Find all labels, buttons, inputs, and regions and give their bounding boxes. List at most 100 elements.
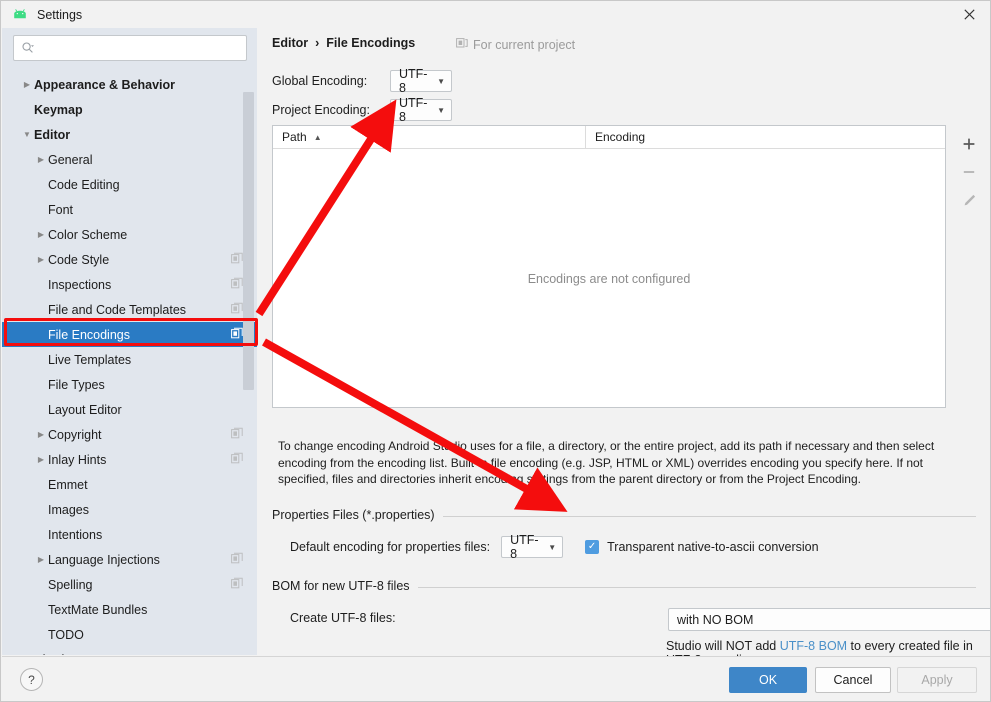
close-icon[interactable] (946, 1, 990, 28)
sidebar-item-language-injections[interactable]: ▶ Language Injections (2, 547, 257, 572)
sidebar-item-keymap[interactable]: Keymap (2, 97, 257, 122)
global-encoding-row: Global Encoding: UTF-8 ▼ (272, 67, 452, 95)
android-studio-logo-icon (12, 7, 28, 23)
sidebar-item-images[interactable]: Images (2, 497, 257, 522)
sidebar-item-label: TextMate Bundles (48, 602, 148, 617)
project-encoding-value: UTF-8 (399, 96, 428, 124)
properties-files-group-title: Properties Files (*.properties) (272, 508, 435, 522)
sidebar-item-label: Keymap (34, 102, 83, 117)
dialog-footer: ? OK Cancel Apply (2, 656, 990, 701)
chevron-right-icon: ▶ (37, 230, 45, 239)
apply-button[interactable]: Apply (897, 667, 977, 693)
sidebar-item-font[interactable]: Font (2, 197, 257, 222)
sidebar-item-inspections[interactable]: Inspections (2, 272, 257, 297)
breadcrumb: Editor › File Encodings (272, 36, 415, 50)
ok-button[interactable]: OK (729, 667, 807, 693)
default-properties-encoding-select[interactable]: UTF-8 ▼ (501, 533, 564, 561)
chevron-right-icon: ▶ (23, 80, 31, 89)
bom-note-link[interactable]: UTF-8 BOM (780, 639, 847, 653)
sidebar-item-label: Emmet (48, 477, 88, 492)
sidebar-item-layout-editor[interactable]: Layout Editor (2, 397, 257, 422)
chevron-right-icon: ▶ (37, 255, 45, 264)
encodings-table[interactable]: Path ▲ Encoding Encodings are not config… (272, 125, 946, 408)
sidebar-item-editor[interactable]: ▼ Editor (2, 122, 257, 147)
sidebar-item-copyright[interactable]: ▶ Copyright (2, 422, 257, 447)
search-input[interactable] (35, 40, 246, 56)
for-current-project-indicator: For current project (456, 37, 575, 52)
chevron-down-icon: ▼ (437, 105, 445, 115)
chevron-right-icon: ▶ (37, 155, 45, 164)
sidebar-scrollbar[interactable] (243, 72, 254, 655)
sidebar-item-label: File and Code Templates (48, 302, 187, 317)
create-utf8-files-row: Create UTF-8 files: (290, 611, 396, 625)
properties-files-group-divider (443, 516, 976, 517)
sidebar-item-label: Images (48, 502, 89, 517)
chevron-right-icon: ▶ (37, 430, 45, 439)
global-encoding-value: UTF-8 (399, 67, 428, 95)
encodings-table-toolbar (947, 125, 990, 408)
settings-tree[interactable]: ▶ Appearance & Behavior Keymap ▼ Editor ▶ Gen… (2, 72, 257, 655)
sidebar-item-spelling[interactable]: Spelling (2, 572, 257, 597)
transparent-conversion-label: Transparent native-to-ascii conversion (607, 540, 819, 554)
sidebar-item-todo[interactable]: TODO (2, 622, 257, 647)
create-utf8-files-value: with NO BOM (677, 612, 754, 627)
window-title: Settings (37, 7, 83, 22)
column-header-encoding-label: Encoding (595, 130, 646, 144)
project-encoding-select[interactable]: UTF-8 ▼ (390, 96, 452, 124)
sidebar-item-code-editing[interactable]: Code Editing (2, 172, 257, 197)
sidebar-item-color-scheme[interactable]: ▶ Color Scheme (2, 222, 257, 247)
sidebar-item-label: Copyright (48, 427, 102, 442)
bom-group-divider (418, 587, 976, 588)
sidebar-item-emmet[interactable]: Emmet (2, 472, 257, 497)
bom-group-title: BOM for new UTF-8 files (272, 579, 410, 593)
breadcrumb-separator: › (315, 36, 320, 50)
default-properties-encoding-value: UTF-8 (510, 533, 539, 561)
chevron-down-icon: ▼ (548, 542, 557, 552)
default-properties-encoding-row: Default encoding for properties files: U… (290, 533, 819, 561)
sidebar-item-appearance-behavior[interactable]: ▶ Appearance & Behavior (2, 72, 257, 97)
search-dropdown-icon (21, 41, 35, 55)
sidebar-item-file-types[interactable]: File Types (2, 372, 257, 397)
cancel-button[interactable]: Cancel (815, 667, 891, 693)
transparent-conversion-checkbox[interactable]: ✓ Transparent native-to-ascii conversion (585, 540, 819, 554)
sidebar-item-textmate-bundles[interactable]: TextMate Bundles (2, 597, 257, 622)
project-scope-icon (456, 37, 468, 52)
chevron-down-icon: ▼ (23, 130, 31, 139)
sidebar-item-label: Plugins (34, 653, 251, 656)
search-box[interactable] (13, 35, 247, 61)
column-header-encoding[interactable]: Encoding (586, 126, 945, 148)
file-encodings-highlight-box (4, 318, 258, 346)
encodings-table-empty-message: Encodings are not configured (527, 271, 691, 286)
project-encoding-label: Project Encoding: (272, 103, 370, 117)
sidebar-item-label: Code Style (48, 252, 110, 267)
remove-button[interactable] (955, 158, 983, 186)
sidebar-item-label: General (48, 152, 93, 167)
checkbox-checked-icon: ✓ (585, 540, 600, 554)
edit-button[interactable] (955, 186, 983, 214)
sidebar-item-label: Inlay Hints (48, 452, 107, 467)
column-header-path[interactable]: Path ▲ (273, 126, 586, 148)
encodings-table-header: Path ▲ Encoding (273, 126, 945, 149)
sidebar-item-plugins[interactable]: Plugins (2, 647, 257, 656)
sidebar-item-general[interactable]: ▶ General (2, 147, 257, 172)
sidebar-item-live-templates[interactable]: Live Templates (2, 347, 257, 372)
breadcrumb-parent[interactable]: Editor (272, 36, 308, 50)
add-button[interactable] (955, 130, 983, 158)
sidebar-item-intentions[interactable]: Intentions (2, 522, 257, 547)
global-encoding-select[interactable]: UTF-8 ▼ (390, 67, 452, 95)
sidebar-item-code-style[interactable]: ▶ Code Style (2, 247, 257, 272)
create-utf8-files-select[interactable]: with NO BOM ▼ (668, 608, 990, 631)
sidebar-item-inlay-hints[interactable]: ▶ Inlay Hints (2, 447, 257, 472)
help-button[interactable]: ? (20, 668, 43, 691)
